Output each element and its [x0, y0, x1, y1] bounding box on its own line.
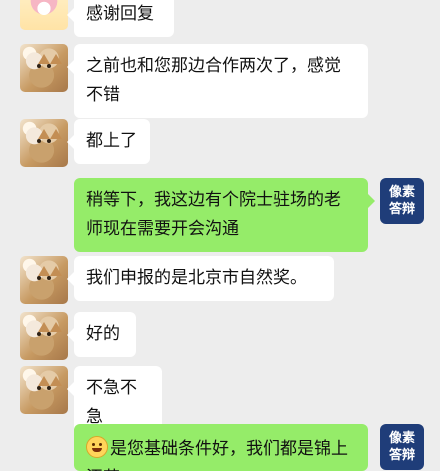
message-bubble: 都上了 [67, 119, 150, 164]
avatar-text-line2: 答辩 [388, 202, 415, 217]
avatar [20, 119, 68, 167]
grin-emoji-icon [86, 436, 108, 458]
message-bubble: 之前也和您那边合作两次了，感觉不错 [67, 44, 368, 118]
message-bubble: 稍等下，我这边有个院士驻场的老师现在需要开会沟通 [74, 178, 375, 252]
avatar [20, 366, 68, 414]
message-bubble: 感谢回复 [67, 0, 174, 37]
message-bubble: 好的 [67, 312, 136, 357]
avatar: 像素 答辩 [380, 178, 424, 224]
avatar-text-line1: 像素 [388, 431, 415, 446]
avatar-text-line2: 答辩 [388, 448, 415, 463]
avatar: 像素 答辩 [380, 424, 424, 470]
message-text: 是您基础条件好，我们都是锦上添花 [86, 439, 348, 471]
message-bubble: 是您基础条件好，我们都是锦上添花 [74, 424, 368, 471]
message-bubble: 我们申报的是北京市自然奖。 [67, 256, 334, 301]
avatar [20, 312, 68, 360]
avatar [20, 0, 68, 30]
avatar-text-line1: 像素 [388, 185, 415, 200]
avatar [20, 44, 68, 92]
avatar [20, 256, 68, 304]
